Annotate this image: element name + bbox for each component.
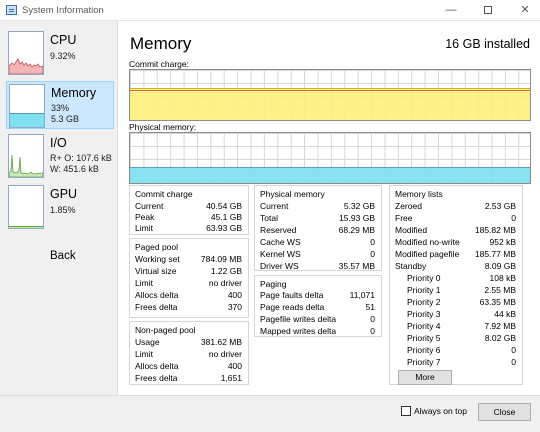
group-title: Commit charge xyxy=(135,189,193,199)
table-row: Priority 4 7.92 MB xyxy=(407,321,516,331)
memory-percent: 33% xyxy=(51,103,70,113)
installed-memory: 16 GB installed xyxy=(445,37,530,51)
sidebar-item-io[interactable]: I/O R+ O: 107.6 kB W: 451.6 kB xyxy=(6,132,114,180)
table-row: Current 5.32 GB xyxy=(260,201,375,211)
table-row: Mapped writes delta 0 xyxy=(260,326,375,336)
minimize-button[interactable]: — xyxy=(436,0,466,21)
table-row: Peak 45.1 GB xyxy=(135,212,242,222)
io-label: I/O xyxy=(50,136,67,150)
gpu-usage: 1.85% xyxy=(50,205,76,215)
table-row: Priority 5 8.02 GB xyxy=(407,333,516,343)
back-link[interactable]: Back xyxy=(50,250,76,262)
table-row: Frees delta 1,651 xyxy=(135,373,242,383)
table-row: Reserved 68.29 MB xyxy=(260,225,375,235)
commit-charge-fill xyxy=(130,88,530,120)
table-row: Limit no driver xyxy=(135,349,242,359)
maximize-button[interactable] xyxy=(473,0,503,21)
table-row: Pagefile writes delta 0 xyxy=(260,314,375,324)
group-title: Paging xyxy=(260,279,287,289)
close-button[interactable]: Close xyxy=(478,403,531,421)
cpu-usage: 9.32% xyxy=(50,51,76,61)
table-row: Zeroed 2.53 GB xyxy=(395,201,516,211)
table-row: Standby 8.09 GB xyxy=(395,261,516,271)
more-button[interactable]: More xyxy=(398,370,452,385)
gpu-thumbnail-graph xyxy=(8,185,44,229)
physical-memory-fill xyxy=(130,166,530,183)
close-window-button[interactable]: ✕ xyxy=(510,0,540,21)
commit-peak-line xyxy=(130,90,530,91)
group-title: Non-paged pool xyxy=(135,325,196,335)
sidebar: CPU 9.32% Memory 33% 5.3 GB I/O R+ O: 10… xyxy=(0,21,118,395)
table-row: Total 15.93 GB xyxy=(260,213,375,223)
memory-used: 5.3 GB xyxy=(51,114,80,124)
memory-label: Memory xyxy=(51,86,97,100)
table-row: Priority 70 xyxy=(407,357,516,367)
gpu-label: GPU xyxy=(50,187,78,201)
table-row: Priority 3 44 kB xyxy=(407,309,516,319)
group-title: Memory lists xyxy=(395,189,443,199)
group-title: Physical memory xyxy=(260,189,325,199)
table-row: Current 40.54 GB xyxy=(135,201,242,211)
table-row: Frees delta 370 xyxy=(135,302,242,312)
memory-lists-group: Memory lists Zeroed 2.53 GB Free 0 Modifie… xyxy=(389,185,523,385)
paging-group: Paging Page faults delta 11,071 Page read… xyxy=(254,275,382,337)
sidebar-item-cpu[interactable]: CPU 9.32% xyxy=(6,29,114,77)
table-row: Page reads delta 51 xyxy=(260,302,375,312)
physical-memory-graph-label: Physical memory: xyxy=(129,122,197,132)
window-title: System Information xyxy=(22,5,104,16)
maximize-icon xyxy=(484,6,492,15)
table-row: Priority 2 63.35 MB xyxy=(407,297,516,307)
title-bar: System Information — ✕ xyxy=(0,0,540,21)
table-row: Limit no driver xyxy=(135,278,242,288)
table-row: Priority 0 108 kB xyxy=(407,273,516,283)
gpu-thumbnail-fill xyxy=(9,226,43,228)
table-row: Cache WS 0 xyxy=(260,237,375,247)
page-title: Memory xyxy=(130,34,192,53)
io-write: W: 451.6 kB xyxy=(50,164,99,174)
memory-thumbnail-fill xyxy=(10,113,44,127)
paged-pool-group: Paged pool Working set 784.09 MB Virtual … xyxy=(129,238,249,318)
group-title: Paged pool xyxy=(135,242,179,252)
table-row: Allocs delta 400 xyxy=(135,361,242,371)
table-row: Usage 381.62 MB xyxy=(135,337,242,347)
always-on-top-checkbox[interactable] xyxy=(401,406,411,416)
sidebar-item-memory[interactable]: Memory 33% 5.3 GB xyxy=(6,81,114,129)
table-row: Virtual size 1.22 GB xyxy=(135,266,242,276)
cpu-label: CPU xyxy=(50,33,77,47)
table-row: Kernel WS 0 xyxy=(260,249,375,259)
always-on-top-label[interactable]: Always on top xyxy=(414,406,467,416)
cpu-thumbnail-graph xyxy=(8,31,44,75)
memory-panel: Memory 16 GB installed Commit charge: Ph… xyxy=(119,21,540,395)
table-row: Modified pagefile 185.77 MB xyxy=(395,249,516,259)
table-row: Working set 784.09 MB xyxy=(135,254,242,264)
io-graph-chart xyxy=(9,154,43,177)
commit-charge-graph-label: Commit charge: xyxy=(129,59,189,69)
io-read-other: R+ O: 107.6 kB xyxy=(50,153,112,163)
memory-thumbnail-graph xyxy=(9,84,45,128)
cpu-graph-chart xyxy=(9,58,43,74)
table-row: Limit 63.93 GB xyxy=(135,223,242,233)
system-information-icon xyxy=(6,5,17,15)
table-row: Driver WS 35.57 MB xyxy=(260,261,375,271)
physical-memory-graph xyxy=(129,132,531,184)
table-row: Modified 185.82 MB xyxy=(395,225,516,235)
non-paged-pool-group: Non-paged pool Usage 381.62 MB Limit no dr… xyxy=(129,321,249,385)
table-row: Modified no-write 952 kB xyxy=(395,237,516,247)
table-row: Priority 1 2.55 MB xyxy=(407,285,516,295)
physical-memory-group: Physical memory Current 5.32 GB Total 15.9… xyxy=(254,185,382,271)
commit-charge-graph xyxy=(129,69,531,121)
table-row: Priority 60 xyxy=(407,345,516,355)
table-row: Free 0 xyxy=(395,213,516,223)
table-row: Allocs delta 400 xyxy=(135,290,242,300)
sidebar-item-gpu[interactable]: GPU 1.85% xyxy=(6,183,114,231)
io-thumbnail-graph xyxy=(8,134,44,178)
commit-charge-group: Commit charge Current 40.54 GB Peak 45.1 G… xyxy=(129,185,249,235)
table-row: Page faults delta 11,071 xyxy=(260,290,375,300)
footer-bar: Always on top Close xyxy=(0,395,540,432)
